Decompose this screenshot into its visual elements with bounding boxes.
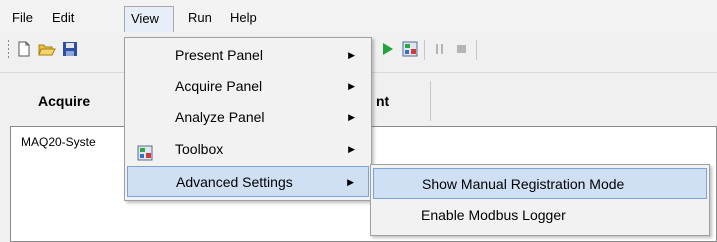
button-divider: [430, 81, 431, 121]
menu-item-label: Show Manual Registration Mode: [422, 176, 625, 192]
menu-item-label: Advanced Settings: [176, 174, 293, 190]
submenu-arrow-icon: ▶: [347, 177, 354, 187]
menu-item-label: Analyze Panel: [175, 109, 265, 125]
menu-item-label: Acquire Panel: [175, 78, 263, 94]
stop-icon[interactable]: [454, 41, 470, 57]
menu-item-show-manual-registration-mode[interactable]: Show Manual Registration Mode: [373, 168, 707, 199]
partial-panel-button[interactable]: nt: [376, 93, 389, 109]
submenu-arrow-icon: ▶: [348, 112, 355, 122]
menu-help[interactable]: Help: [224, 6, 263, 32]
menu-item-advanced-settings[interactable]: Advanced Settings ▶: [127, 166, 369, 197]
toolbar-separator: [476, 40, 477, 60]
menu-item-acquire-panel[interactable]: Acquire Panel ▶: [127, 71, 369, 102]
menu-item-label: Toolbox: [175, 141, 224, 157]
menu-item-toolbox[interactable]: Toolbox ▶: [127, 134, 369, 165]
play-icon[interactable]: [380, 41, 396, 57]
menu-item-analyze-panel[interactable]: Analyze Panel ▶: [127, 102, 369, 133]
acquire-button[interactable]: Acquire: [38, 93, 90, 109]
menu-item-label: Enable Modbus Logger: [421, 207, 566, 223]
open-folder-icon[interactable]: [38, 41, 56, 57]
menu-item-present-panel[interactable]: Present Panel ▶: [127, 40, 369, 71]
toolbar-separator: [424, 40, 425, 60]
new-file-icon[interactable]: [16, 41, 32, 57]
save-icon[interactable]: [62, 41, 78, 57]
menu-file[interactable]: File: [6, 6, 39, 32]
pause-icon[interactable]: [432, 41, 448, 57]
menu-view[interactable]: View: [124, 6, 174, 32]
view-menu: Present Panel ▶ Acquire Panel ▶ Analyze …: [124, 37, 372, 201]
submenu-arrow-icon: ▶: [348, 50, 355, 60]
submenu-arrow-icon: ▶: [348, 144, 355, 154]
menu-run[interactable]: Run: [182, 6, 218, 32]
menu-item-label: Present Panel: [175, 47, 263, 63]
submenu-arrow-icon: ▶: [348, 81, 355, 91]
toolbox-icon: [137, 141, 153, 161]
toolbar-grip: [8, 40, 9, 60]
menu-item-enable-modbus-logger[interactable]: Enable Modbus Logger: [373, 200, 707, 231]
toolbox-icon[interactable]: [402, 41, 418, 57]
menu-bar: File Edit View Run Help: [0, 0, 717, 32]
tree-item[interactable]: MAQ20-Syste: [21, 135, 96, 149]
menu-edit[interactable]: Edit: [46, 6, 80, 32]
advanced-settings-submenu: Show Manual Registration Mode Enable Mod…: [370, 164, 710, 236]
